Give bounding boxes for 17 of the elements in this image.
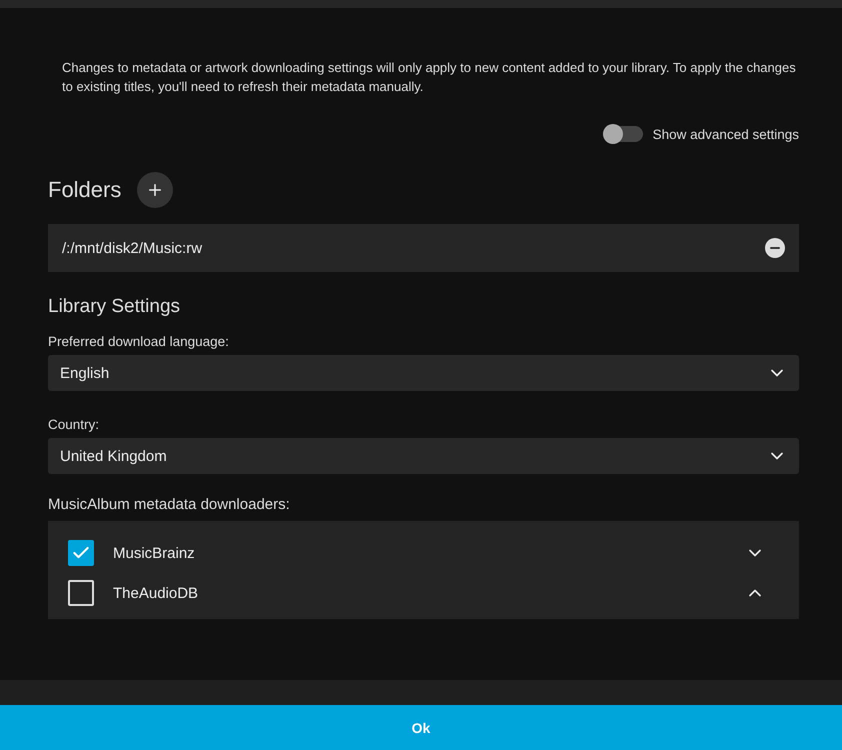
field-label: MusicAlbum metadata downloaders: [48,496,291,513]
notice-text: Changes to metadata or artwork downloading settings will only apply to new content added to your library. To apply the changes to existing titles, you'll need to refresh their metadata manually. [62,59,797,96]
field-label: Preferred download language: [48,334,230,349]
dropdown-field[interactable]: English [48,355,799,391]
folder-path: /:/mnt/disk2/Music:rw [62,240,202,256]
downloader-name: MusicBrainz [113,544,196,562]
section-heading: Folders [48,177,122,203]
section-heading: Library Settings [48,296,182,318]
downloader-name: TheAudioDB [113,584,200,602]
field-label: Country: [48,417,100,432]
remove-folder-button[interactable] [765,238,785,258]
add-folder-button[interactable] [137,172,174,208]
dropdown-field[interactable]: United Kingdom [48,438,799,474]
checkbox[interactable] [68,580,94,606]
toggle-label: Show advanced settings [652,126,799,142]
advanced-toggle[interactable] [602,126,643,142]
checkbox[interactable] [68,540,94,566]
